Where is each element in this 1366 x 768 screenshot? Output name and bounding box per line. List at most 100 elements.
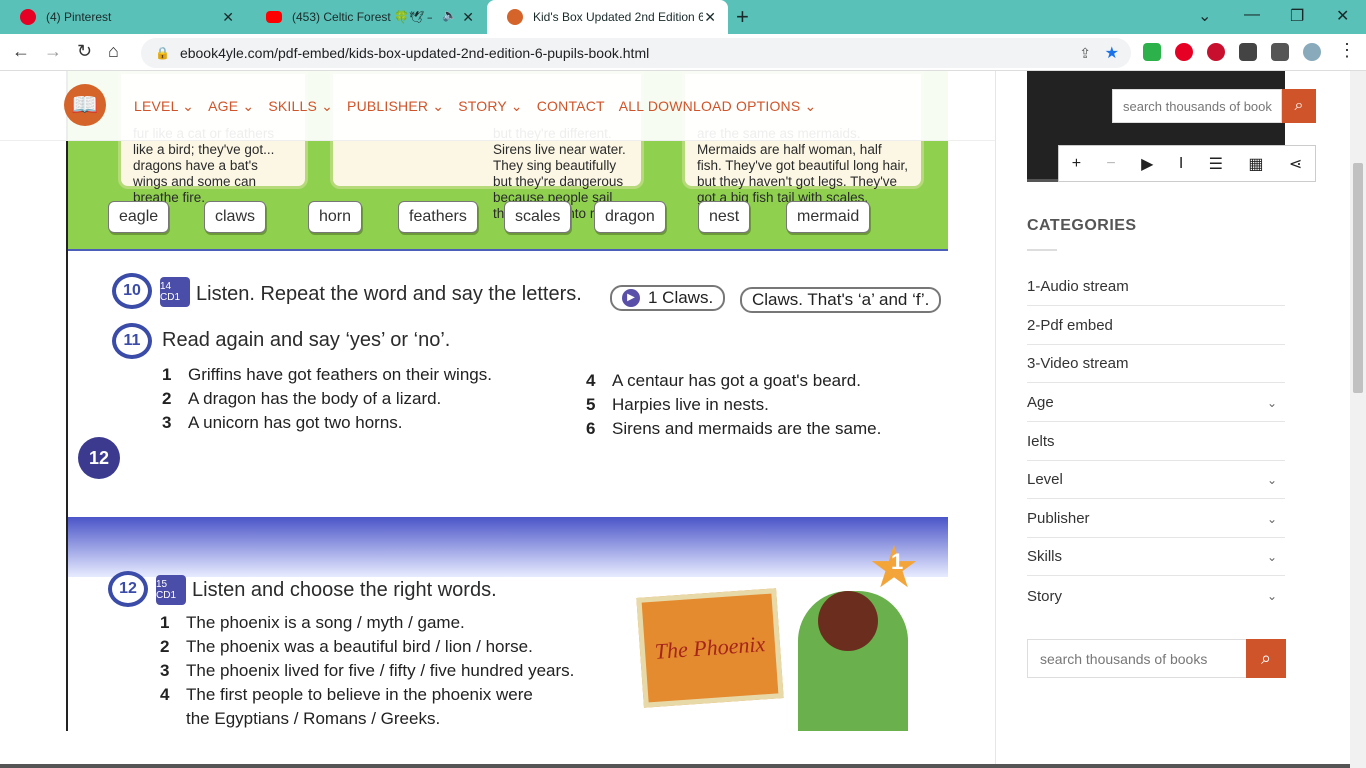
home-icon[interactable]: ⌂: [108, 41, 119, 62]
search-button[interactable]: ⌕: [1282, 89, 1316, 123]
list-icon[interactable]: ☰: [1209, 154, 1223, 174]
list-item: 3A unicorn has got two horns.: [162, 413, 403, 432]
star-icon[interactable]: ★: [1105, 43, 1119, 63]
tab-title: Kid's Box Updated 2nd Edition 6: [533, 10, 703, 24]
adblock-icon[interactable]: [1207, 43, 1225, 61]
restore-icon[interactable]: ❐: [1290, 6, 1304, 26]
zoom-out-icon[interactable]: −: [1106, 155, 1115, 173]
divider: [1027, 249, 1057, 251]
word-tag: dragon: [594, 201, 666, 233]
category-item[interactable]: 1-Audio stream: [1027, 268, 1285, 306]
share-icon[interactable]: ⇪: [1079, 45, 1091, 62]
text-cursor-icon[interactable]: I: [1179, 155, 1183, 173]
minimize-icon[interactable]: —: [1244, 6, 1260, 24]
exercise-number: 12: [108, 571, 148, 607]
pinterest-extension-icon[interactable]: [1175, 43, 1193, 61]
youtube-icon: [266, 11, 282, 23]
close-icon[interactable]: ✕: [704, 9, 716, 26]
illustration-head: [818, 591, 878, 651]
category-item[interactable]: Publisher ⌄: [1027, 500, 1285, 538]
chevron-down-icon[interactable]: ⌄: [1267, 550, 1277, 564]
star-number: 1: [891, 549, 904, 574]
menu-download-options[interactable]: ALL DOWNLOAD OPTIONS ⌄: [619, 98, 817, 115]
list-item: 1 Griffins have got feathers on their win…: [162, 365, 492, 384]
address-bar[interactable]: 🔒 ebook4yle.com/pdf-embed/kids-box-updat…: [141, 38, 1131, 68]
forward-icon[interactable]: →: [44, 41, 62, 62]
word-tag: horn: [308, 201, 363, 233]
back-icon[interactable]: ←: [12, 41, 30, 62]
word-tag: feathers: [398, 201, 478, 233]
list-item: 3 The phoenix lived for five / fifty / fi…: [160, 661, 575, 680]
exercise-number: 11: [112, 323, 152, 359]
category-item[interactable]: Skills ⌄: [1027, 538, 1285, 576]
main-menu: LEVEL ⌄ AGE ⌄ SKILLS ⌄ PUBLISHER ⌄ STORY…: [134, 98, 816, 115]
new-tab-icon[interactable]: +: [736, 4, 749, 30]
speech-bubble: Claws. That's ‘a’ and ‘f’.: [740, 287, 942, 313]
page-number-badge: 12: [78, 437, 120, 479]
word-tag: nest: [698, 201, 751, 233]
chevron-down-icon[interactable]: ⌄: [1267, 473, 1277, 487]
lock-icon: 🔒: [155, 46, 170, 60]
menu-story[interactable]: STORY ⌄: [458, 98, 523, 115]
tab-kidsbox[interactable]: Kid's Box Updated 2nd Edition 6 ✕: [487, 0, 728, 34]
word-tag: scales: [504, 201, 572, 233]
search-button[interactable]: ⌕: [1246, 639, 1286, 678]
grid-icon[interactable]: ▦: [1248, 154, 1263, 174]
menu-contact[interactable]: CONTACT: [537, 98, 605, 115]
category-item[interactable]: Story ⌄: [1027, 577, 1285, 615]
reload-icon[interactable]: ↻: [77, 41, 92, 62]
zoom-in-icon[interactable]: +: [1072, 155, 1081, 173]
menu-skills[interactable]: SKILLS ⌄: [268, 98, 333, 115]
play-icon[interactable]: ▶: [1141, 154, 1153, 174]
menu-publisher[interactable]: PUBLISHER ⌄: [347, 98, 444, 115]
word-tag: claws: [204, 201, 267, 233]
page-content: 📖 LEVEL ⌄ AGE ⌄ SKILLS ⌄ PUBLISHER ⌄ STO…: [0, 71, 1350, 768]
avatar[interactable]: [1303, 43, 1321, 61]
site-logo[interactable]: 📖: [64, 84, 106, 126]
close-window-icon[interactable]: ✕: [1336, 6, 1349, 26]
url-text: ebook4yle.com/pdf-embed/kids-box-updated…: [179, 45, 650, 61]
play-icon: ▶: [622, 289, 640, 307]
exercise-title: Read again and say ‘yes’ or ‘no’.: [162, 329, 451, 351]
close-icon[interactable]: ✕: [222, 9, 234, 26]
cd-icon: 15 CD1: [156, 575, 186, 605]
search-icon: ⌕: [1260, 648, 1272, 668]
exercise-title: Listen and choose the right words.: [192, 579, 497, 601]
horizontal-scrollbar[interactable]: [0, 764, 1350, 768]
menu-age[interactable]: AGE ⌄: [208, 98, 254, 115]
chevron-down-icon[interactable]: ⌄: [1267, 396, 1277, 410]
browser-toolbar: ← → ↻ ⌂ 🔒 ebook4yle.com/pdf-embed/kids-b…: [0, 34, 1366, 71]
tab-title: (453) Celtic Forest 🍀🕊 —: [292, 10, 432, 24]
category-item[interactable]: 2-Pdf embed: [1027, 307, 1285, 345]
close-icon[interactable]: ✕: [462, 9, 474, 26]
media-icon[interactable]: [1271, 43, 1289, 61]
speech-bubble: ▶ 1 Claws.: [610, 285, 726, 311]
phoenix-picture: The Phoenix: [636, 588, 784, 708]
puzzle-icon[interactable]: [1239, 43, 1257, 61]
word-tag: eagle: [108, 201, 170, 233]
search-icon: ⌕: [1294, 97, 1304, 114]
kebab-menu-icon[interactable]: ⋮: [1338, 40, 1356, 61]
category-item[interactable]: 3-Video stream: [1027, 345, 1285, 383]
mute-icon[interactable]: 🔈: [442, 8, 457, 22]
scroll-thumb[interactable]: [1353, 163, 1363, 393]
pdf-viewer[interactable]: fur like a cat or feathers like a bird; …: [66, 71, 964, 731]
list-item: 5 Harpies live in nests.: [586, 395, 769, 414]
category-item[interactable]: Age ⌄: [1027, 384, 1285, 422]
menu-level[interactable]: LEVEL ⌄: [134, 98, 194, 115]
vertical-scrollbar[interactable]: [1350, 71, 1366, 768]
sidebar: search thousands of book ⌕ + − ▶ I ☰ ▦ ⋖…: [995, 71, 1350, 768]
chevron-down-icon[interactable]: ⌄: [1267, 512, 1277, 526]
search-input[interactable]: search thousands of books: [1027, 639, 1247, 678]
book-icon: [507, 9, 523, 25]
tab-pinterest[interactable]: (4) Pinterest ✕: [0, 0, 246, 34]
tab-youtube[interactable]: (453) Celtic Forest 🍀🕊 — 🔈 ✕: [246, 0, 486, 34]
share-icon[interactable]: ⋖: [1289, 154, 1302, 174]
categories-heading: CATEGORIES: [1027, 217, 1137, 234]
extension-icon[interactable]: [1143, 43, 1161, 61]
search-input[interactable]: search thousands of book: [1112, 89, 1282, 123]
category-item[interactable]: Level ⌄: [1027, 461, 1285, 499]
category-item[interactable]: Ielts: [1027, 423, 1285, 461]
chevron-down-icon[interactable]: ⌄: [1198, 6, 1211, 26]
chevron-down-icon[interactable]: ⌄: [1267, 589, 1277, 603]
